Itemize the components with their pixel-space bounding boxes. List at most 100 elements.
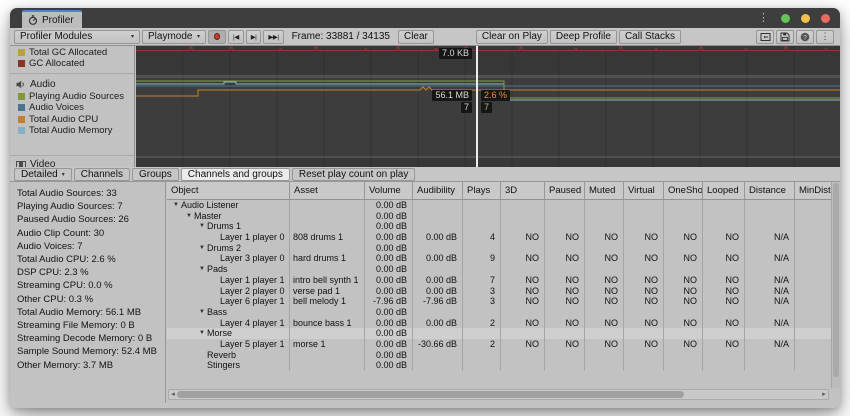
detailed-view-dropdown[interactable]: Detailed ▾ — [14, 168, 72, 181]
last-frame-button[interactable]: ▶▶| — [263, 30, 283, 44]
cell-plays: 3 — [463, 296, 501, 307]
column-header[interactable]: Plays — [463, 182, 501, 199]
cell-oneshot — [664, 243, 703, 254]
cell-looped: NO — [703, 232, 745, 243]
table-row[interactable]: Layer 6 player 1bell melody 1-7.96 dB-7.… — [167, 296, 840, 307]
legend-item[interactable]: Total Audio Memory — [10, 125, 134, 136]
load-profile-button[interactable] — [756, 30, 774, 44]
table-row[interactable]: Layer 5 player 1morse 10.00 dB-30.66 dB2… — [167, 339, 840, 350]
column-header[interactable]: OneShot — [664, 182, 703, 199]
column-header[interactable]: Looped — [703, 182, 745, 199]
table-row[interactable]: ▼Audio Listener0.00 dB — [167, 200, 840, 211]
table-row[interactable]: Layer 4 player 1bounce bass 10.00 dB0.00… — [167, 318, 840, 329]
cell-looped: NO — [703, 318, 745, 329]
cell-distance: N/A — [745, 296, 795, 307]
column-header[interactable]: Distance — [745, 182, 795, 199]
object-cell: Layer 3 player 0 — [167, 253, 290, 264]
deep-profile-toggle[interactable]: Deep Profile — [550, 30, 617, 44]
profiler-modules-dropdown[interactable]: Profiler Modules ▾ — [14, 30, 140, 44]
foldout-arrow-icon[interactable]: ▼ — [197, 243, 207, 254]
table-row[interactable]: Reverb0.00 dB — [167, 350, 840, 361]
table-row[interactable]: Layer 2 player 0verse pad 10.00 dB0.00 d… — [167, 286, 840, 297]
table-row[interactable]: ▼Drums 20.00 dB — [167, 243, 840, 254]
table-row[interactable]: Stingers0.00 dB — [167, 360, 840, 371]
column-header[interactable]: Object — [167, 182, 290, 199]
table-row[interactable]: Layer 3 player 0hard drums 10.00 dB0.00 … — [167, 253, 840, 264]
horizontal-scrollbar[interactable]: ◂ ▸ — [168, 389, 829, 400]
scroll-left-arrow-icon[interactable]: ◂ — [169, 390, 177, 399]
titlebar-kebab-icon[interactable]: ⋮ — [758, 8, 769, 28]
column-header[interactable]: Volume — [365, 182, 413, 199]
cell-distance — [745, 211, 795, 222]
legend-item[interactable]: GC Allocated — [10, 58, 134, 69]
cell-asset — [290, 360, 365, 371]
table-row[interactable]: ▼Drums 10.00 dB — [167, 221, 840, 232]
clear-on-play-toggle[interactable]: Clear on Play — [476, 30, 548, 44]
table-row[interactable]: ▼Master0.00 dB — [167, 211, 840, 222]
help-button[interactable]: ? — [796, 30, 814, 44]
cell-audibility — [413, 307, 463, 318]
foldout-arrow-icon[interactable]: ▼ — [197, 221, 207, 232]
column-header[interactable]: Asset — [290, 182, 365, 199]
foldout-arrow-icon[interactable]: ▼ — [184, 211, 194, 222]
table-row[interactable]: Layer 1 player 0808 drums 10.00 dB0.00 d… — [167, 232, 840, 243]
cell-volume: 0.00 dB — [365, 350, 413, 361]
tab-channels-and-groups[interactable]: Channels and groups — [181, 168, 290, 181]
traffic-light-green[interactable] — [781, 14, 790, 23]
cell-looped — [703, 264, 745, 275]
reset-play-count-toggle[interactable]: Reset play count on play — [292, 168, 416, 181]
foldout-arrow-icon[interactable]: ▼ — [197, 307, 207, 318]
cell-plays — [463, 221, 501, 232]
next-frame-button[interactable]: ▶| — [246, 30, 262, 44]
audio-module: Audio Playing Audio SourcesAudio VoicesT… — [10, 78, 134, 136]
chart-pane: Total GC AllocatedGC Allocated Audio Pla… — [10, 46, 840, 167]
audio-module-header[interactable]: Audio — [10, 78, 134, 91]
load-icon — [760, 32, 771, 42]
vertical-scrollbar-thumb[interactable] — [833, 183, 839, 377]
traffic-light-yellow[interactable] — [801, 14, 810, 23]
cell-audibility — [413, 264, 463, 275]
legend-item[interactable]: Playing Audio Sources — [10, 91, 134, 102]
traffic-light-red[interactable] — [821, 14, 830, 23]
window-menu-button[interactable]: ⋮ — [816, 30, 834, 44]
table-row[interactable]: ▼Bass0.00 dB — [167, 307, 840, 318]
call-stacks-toggle[interactable]: Call Stacks — [619, 30, 681, 44]
horizontal-scrollbar-thumb[interactable] — [177, 391, 684, 398]
detail-tabs-row: Detailed ▾ Channels Groups Channels and … — [10, 167, 840, 182]
tab-profiler[interactable]: Profiler — [22, 10, 82, 28]
profiler-charts[interactable]: 7.0 KB 56.1 MB 2.6 % 7 7 — [136, 46, 840, 167]
table-header: ObjectAssetVolumeAudibilityPlays3DPaused… — [167, 182, 840, 200]
vertical-scrollbar[interactable] — [831, 182, 840, 388]
legend-item[interactable]: Total Audio CPU — [10, 114, 134, 125]
foldout-arrow-icon[interactable]: ▼ — [197, 264, 207, 275]
cell-virtual — [624, 307, 664, 318]
prev-frame-button[interactable]: |◀ — [228, 30, 244, 44]
audio-module-legend: Playing Audio SourcesAudio VoicesTotal A… — [10, 91, 134, 136]
column-header[interactable]: 3D — [501, 182, 545, 199]
tab-groups[interactable]: Groups — [132, 168, 179, 181]
channels-table: ObjectAssetVolumeAudibilityPlays3DPaused… — [167, 182, 840, 403]
cell-virtual: NO — [624, 318, 664, 329]
object-cell: Stingers — [167, 360, 290, 371]
chart-playhead[interactable] — [476, 46, 478, 167]
column-header[interactable]: Muted — [585, 182, 624, 199]
playmode-dropdown[interactable]: Playmode ▾ — [142, 30, 206, 44]
column-header[interactable]: Virtual — [624, 182, 664, 199]
table-row[interactable]: ▼Pads0.00 dB — [167, 264, 840, 275]
tab-channels[interactable]: Channels — [74, 168, 130, 181]
scroll-right-arrow-icon[interactable]: ▸ — [820, 390, 828, 399]
legend-item[interactable]: Total GC Allocated — [10, 47, 134, 58]
save-profile-button[interactable] — [776, 30, 794, 44]
table-row[interactable]: ▼Morse0.00 dB — [167, 328, 840, 339]
column-header[interactable]: Paused — [545, 182, 585, 199]
foldout-arrow-icon[interactable]: ▼ — [197, 328, 207, 339]
foldout-arrow-icon[interactable]: ▼ — [171, 200, 181, 211]
cell-muted: NO — [585, 286, 624, 297]
legend-item[interactable]: Audio Voices — [10, 102, 134, 113]
column-header[interactable]: Audibility — [413, 182, 463, 199]
record-button[interactable] — [208, 30, 226, 44]
cell-audibility: 0.00 dB — [413, 286, 463, 297]
table-row[interactable]: Layer 1 player 1intro bell synth 10.00 d… — [167, 275, 840, 286]
clear-button[interactable]: Clear — [398, 30, 434, 44]
video-module-header[interactable]: Video — [10, 158, 134, 167]
